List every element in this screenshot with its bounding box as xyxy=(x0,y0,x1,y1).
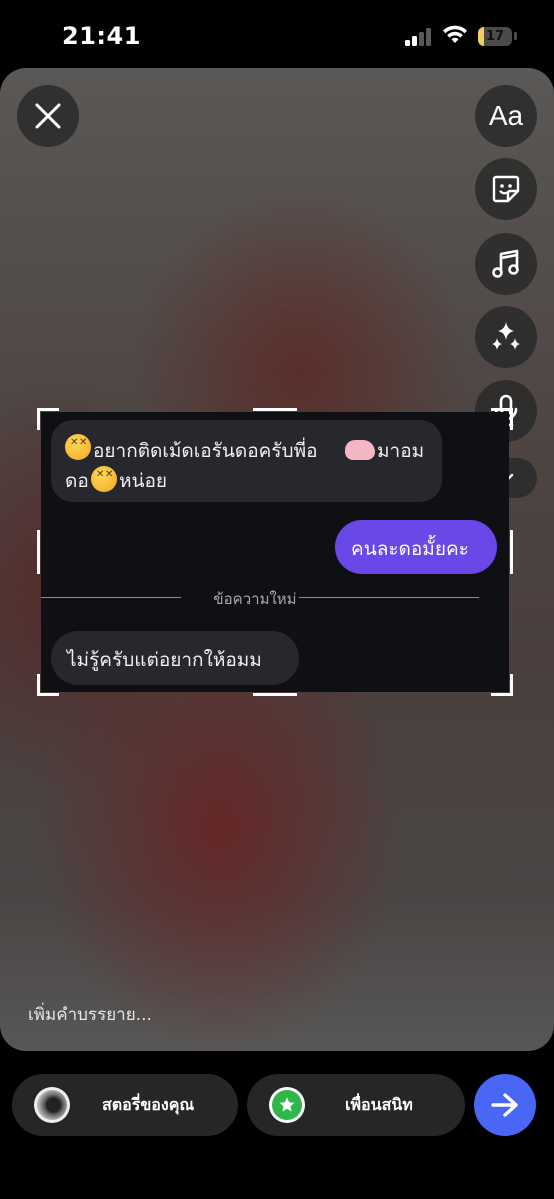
avatar xyxy=(34,1087,70,1123)
close-friends-badge xyxy=(269,1087,305,1123)
battery-percent: 17 xyxy=(485,29,505,44)
text-tool-label: Aa xyxy=(488,100,524,131)
sticker-button[interactable] xyxy=(475,158,537,220)
cellular-signal-icon xyxy=(405,28,435,46)
status-time: 21:41 xyxy=(62,22,141,50)
send-button[interactable] xyxy=(474,1074,536,1136)
sparkles-icon xyxy=(492,322,520,350)
battery-tip xyxy=(514,32,517,40)
status-bar: 21:41 17 xyxy=(0,0,554,68)
text-tool-button[interactable]: Aa xyxy=(475,85,537,147)
battery-icon: 17 xyxy=(478,27,512,46)
close-icon xyxy=(35,103,61,129)
sticker-selection-frame[interactable] xyxy=(37,408,513,696)
effects-button[interactable] xyxy=(475,306,537,368)
your-story-label: สตอรี่ของคุณ xyxy=(102,1095,195,1114)
star-icon xyxy=(279,1097,295,1112)
caption-input[interactable]: เพิ่มคำบรรยาย... xyxy=(28,1001,152,1028)
close-friends-label: เพื่อนสนิท xyxy=(345,1095,413,1114)
sticker-icon xyxy=(492,175,520,203)
your-story-button[interactable]: สตอรี่ของคุณ xyxy=(12,1074,238,1136)
close-friends-button[interactable]: เพื่อนสนิท xyxy=(247,1074,465,1136)
wifi-icon xyxy=(443,25,467,43)
close-button[interactable] xyxy=(17,85,79,147)
arrow-right-icon xyxy=(491,1093,518,1117)
music-icon xyxy=(492,249,519,278)
music-button[interactable] xyxy=(475,233,537,295)
